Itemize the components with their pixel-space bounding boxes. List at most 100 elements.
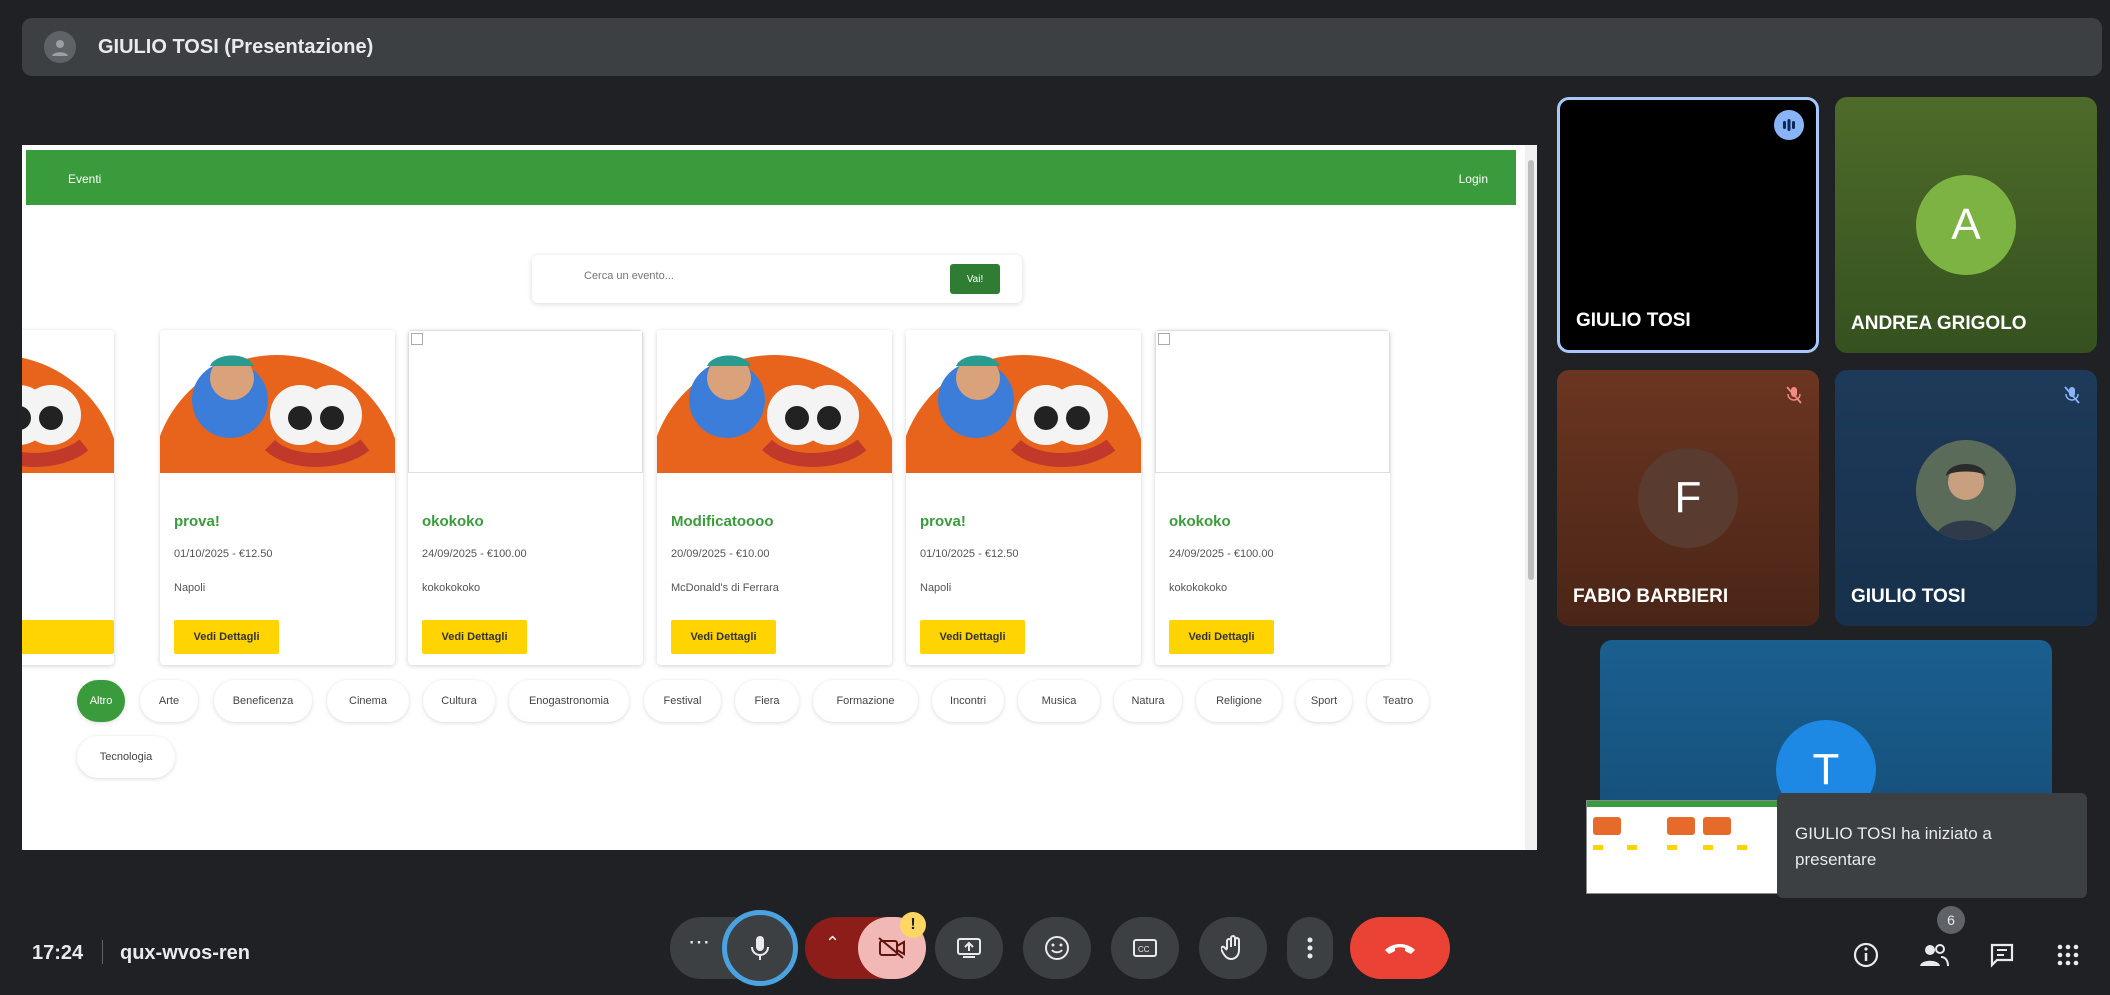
event-date-price: 24/09/2025 - €100.00 bbox=[422, 548, 527, 560]
mic-off-icon bbox=[2059, 382, 2085, 408]
broken-image bbox=[1155, 330, 1390, 473]
event-title: Modificatoooo bbox=[671, 513, 774, 530]
event-location: Napoli bbox=[920, 582, 952, 594]
event-title: prova! bbox=[920, 513, 966, 530]
more-audio-icon[interactable]: ⋯ bbox=[688, 929, 710, 955]
details-button[interactable]: Vedi Dettagli bbox=[671, 620, 776, 654]
event-location: kokokokoko bbox=[422, 582, 481, 594]
broken-image-icon bbox=[411, 333, 423, 345]
category-chip[interactable]: Cultura bbox=[423, 680, 495, 722]
shared-screen: Eventi Login Vai! 0rara prova! 01/10/2025 … bbox=[22, 145, 1537, 850]
apps-grid-icon bbox=[2057, 944, 2079, 966]
scrollbar-thumb[interactable] bbox=[1528, 160, 1534, 580]
chat-icon bbox=[1990, 943, 2014, 968]
nav-eventi-link[interactable]: Eventi bbox=[68, 172, 101, 186]
participant-name: FABIO BARBIERI bbox=[1573, 586, 1729, 607]
participant-tile-2[interactable]: A ANDREA GRIGOLO bbox=[1835, 97, 2097, 353]
nav-login-link[interactable]: Login bbox=[1459, 172, 1488, 186]
category-chip[interactable]: Tecnologia bbox=[77, 736, 175, 778]
svg-text:CC: CC bbox=[1138, 945, 1150, 954]
participant-tile-1[interactable]: GIULIO TOSI bbox=[1557, 97, 1819, 353]
event-title: prova! bbox=[174, 513, 220, 530]
people-icon bbox=[1920, 944, 1949, 967]
participant-tile-4[interactable]: GIULIO TOSI bbox=[1835, 370, 2097, 626]
activities-button[interactable] bbox=[2048, 935, 2088, 975]
details-button[interactable]: Vedi Dettagli bbox=[1169, 620, 1274, 654]
participant-count-badge: 6 bbox=[1937, 906, 1965, 934]
hand-icon bbox=[1221, 935, 1240, 961]
category-chip[interactable]: Religione bbox=[1196, 680, 1282, 722]
site-navbar: Eventi Login bbox=[26, 150, 1516, 205]
category-chip[interactable]: Enogastronomia bbox=[509, 680, 629, 722]
meeting-info-button[interactable] bbox=[1846, 935, 1886, 975]
divider bbox=[102, 940, 103, 964]
participant-tile-3[interactable]: F FABIO BARBIERI bbox=[1557, 370, 1819, 626]
event-date-price: 24/09/2025 - €100.00 bbox=[1169, 548, 1274, 560]
presenter-title: GIULIO TOSI (Presentazione) bbox=[98, 35, 374, 58]
mic-button[interactable] bbox=[722, 910, 798, 986]
search-input[interactable] bbox=[582, 269, 886, 283]
category-chip[interactable]: Fiera bbox=[735, 680, 799, 722]
event-date-price: 20/09/2025 - €10.00 bbox=[671, 548, 770, 560]
event-search: Vai! bbox=[532, 255, 1022, 303]
present-screen-button[interactable] bbox=[935, 917, 1003, 979]
event-title: okokoko bbox=[422, 513, 484, 530]
event-image bbox=[906, 330, 1141, 473]
category-chip[interactable]: Arte bbox=[140, 680, 198, 722]
mic-off-icon bbox=[1781, 382, 1807, 408]
more-vert-icon bbox=[1307, 937, 1313, 959]
more-options-button[interactable] bbox=[1287, 917, 1333, 979]
event-card: 0rara bbox=[22, 330, 114, 665]
details-button[interactable]: Vedi Dettagli bbox=[920, 620, 1025, 654]
category-chip[interactable]: Musica bbox=[1018, 680, 1100, 722]
participant-name: ANDREA GRIGOLO bbox=[1851, 313, 2027, 334]
participant-photo bbox=[1916, 440, 2016, 540]
presentation-thumbnail[interactable] bbox=[1586, 800, 1778, 894]
search-button[interactable]: Vai! bbox=[950, 264, 1000, 294]
clock: 17:24 bbox=[32, 942, 84, 964]
event-card: prova! 01/10/2025 - €12.50 Napoli Vedi Dett… bbox=[906, 330, 1141, 665]
chevron-up-icon[interactable]: ⌃ bbox=[825, 933, 840, 954]
details-button[interactable] bbox=[22, 620, 114, 654]
toast-text: GIULIO TOSI ha iniziato a presentare bbox=[1795, 824, 1992, 869]
speaking-icon bbox=[1774, 110, 1804, 140]
details-button[interactable]: Vedi Dettagli bbox=[422, 620, 527, 654]
category-chip[interactable]: Sport bbox=[1296, 680, 1352, 722]
event-title: okokoko bbox=[1169, 513, 1231, 530]
event-location: McDonald's di Ferrara bbox=[671, 582, 779, 594]
category-chip[interactable]: Festival bbox=[644, 680, 721, 722]
broken-image-icon bbox=[1158, 333, 1170, 345]
event-location: Napoli bbox=[174, 582, 206, 594]
participant-avatar: A bbox=[1916, 175, 2016, 275]
present-icon bbox=[957, 938, 981, 958]
broken-image bbox=[408, 330, 643, 473]
category-chip[interactable]: Teatro bbox=[1367, 680, 1429, 722]
event-card: okokoko 24/09/2025 - €100.00 kokokokoko Ved… bbox=[1155, 330, 1390, 665]
presenter-bar: GIULIO TOSI (Presentazione) bbox=[22, 18, 2102, 76]
event-card: Modificatoooo 20/09/2025 - €10.00 McDonald… bbox=[657, 330, 892, 665]
event-location: kokokokoko bbox=[1169, 582, 1228, 594]
category-chip[interactable]: Cinema bbox=[327, 680, 409, 722]
category-chip[interactable]: Formazione bbox=[813, 680, 918, 722]
participant-name: GIULIO TOSI bbox=[1851, 586, 1966, 607]
raise-hand-button[interactable] bbox=[1199, 917, 1267, 979]
mic-icon bbox=[751, 936, 769, 960]
leave-call-button[interactable] bbox=[1350, 917, 1450, 979]
emoji-button[interactable] bbox=[1023, 917, 1091, 979]
category-chip[interactable]: Beneficenza bbox=[214, 680, 312, 722]
event-image bbox=[657, 330, 892, 473]
people-button[interactable] bbox=[1914, 935, 1954, 975]
participant-name: GIULIO TOSI bbox=[1576, 310, 1691, 331]
category-chip[interactable]: Incontri bbox=[932, 680, 1004, 722]
scrollbar[interactable] bbox=[1525, 145, 1537, 850]
category-chip[interactable]: Natura bbox=[1114, 680, 1182, 722]
participant-avatar: F bbox=[1638, 448, 1738, 548]
event-image bbox=[22, 330, 114, 473]
chat-button[interactable] bbox=[1982, 935, 2022, 975]
info-icon bbox=[1853, 942, 1879, 968]
captions-icon: CC bbox=[1133, 939, 1157, 957]
details-button[interactable]: Vedi Dettagli bbox=[174, 620, 279, 654]
category-chip[interactable]: Altro bbox=[77, 680, 125, 722]
captions-button[interactable]: CC bbox=[1111, 917, 1179, 979]
hang-up-icon bbox=[1385, 944, 1415, 954]
